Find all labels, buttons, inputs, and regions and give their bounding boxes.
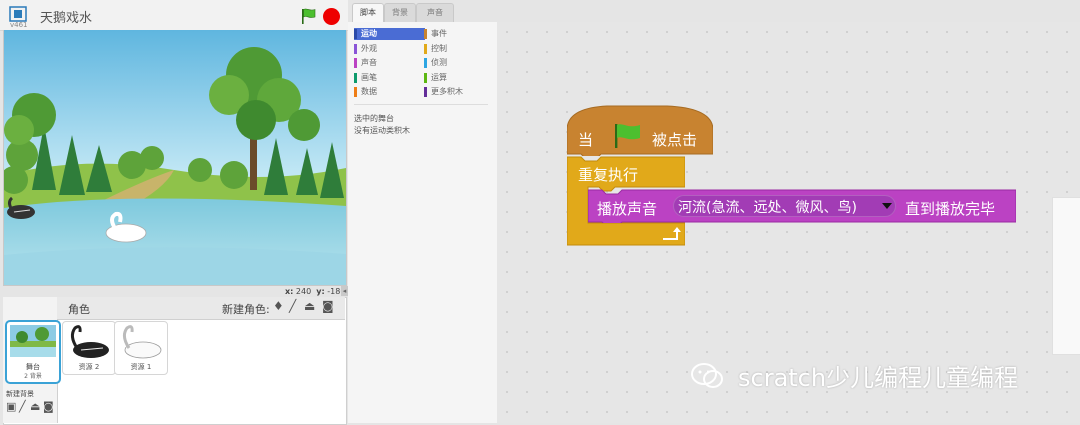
sprite-library-icon[interactable]: ♦ — [273, 299, 284, 313]
upload-icon[interactable]: ⏏ — [30, 400, 40, 413]
category-color-swatch — [424, 29, 427, 39]
until-done-label: 直到播放完毕 — [905, 200, 996, 218]
palette-category[interactable]: 画笔 — [354, 72, 425, 84]
camera-icon[interactable]: ◙ — [322, 299, 334, 313]
sprite-label: 资源 1 — [130, 363, 152, 371]
dropdown-arrow-icon — [882, 203, 892, 209]
category-label: 侦测 — [431, 58, 447, 67]
tab-sounds[interactable]: 声音 — [416, 3, 454, 22]
sprite-panel-header — [57, 297, 345, 320]
palette-category[interactable]: 运算 — [424, 72, 493, 84]
palette-category[interactable]: 数据 — [354, 86, 425, 98]
palette-category[interactable]: 外观 — [354, 43, 425, 55]
category-color-swatch — [354, 58, 357, 68]
stage-collapse-handle[interactable]: ◂ — [341, 286, 348, 296]
stage-backdrop-count: 2 背景 — [24, 373, 42, 380]
tab-scripts[interactable]: 脚本 — [352, 3, 384, 23]
category-label: 声音 — [361, 58, 377, 67]
palette-category[interactable]: 侦测 — [424, 57, 493, 69]
category-label: 更多积木 — [431, 87, 463, 96]
palette-note-empty: 没有运动类积木 — [354, 126, 410, 135]
category-label: 画笔 — [361, 72, 377, 82]
sprites-label: 角色 — [68, 303, 90, 316]
hat-clicked-label: 被点击 — [652, 131, 698, 149]
sprite-tile[interactable]: 资源 2 — [62, 321, 116, 375]
palette-divider — [354, 104, 488, 105]
sprite-label: 资源 2 — [78, 363, 100, 371]
palette-category[interactable]: 控制 — [424, 43, 493, 55]
new-sprite-label: 新建角色: — [222, 303, 270, 316]
camera-icon[interactable]: ◙ — [43, 400, 54, 413]
category-color-swatch — [424, 72, 427, 83]
category-label: 控制 — [431, 43, 447, 53]
white-swan-thumbnail — [122, 325, 162, 359]
backdrop-library-icon[interactable]: ▣ — [6, 400, 16, 413]
category-label: 事件 — [431, 29, 447, 38]
tab-backdrops[interactable]: 背景 — [384, 3, 416, 22]
play-sound-label: 播放声音 — [597, 200, 658, 218]
stage-thumbnail-image — [10, 325, 56, 357]
stage-scene — [4, 30, 346, 285]
version-label: v461 — [10, 21, 28, 29]
category-label: 外观 — [361, 43, 377, 53]
stage-canvas[interactable] — [3, 30, 347, 286]
stage-thumbnail[interactable]: 舞台 2 背景 — [5, 320, 61, 384]
category-color-swatch — [354, 29, 357, 39]
palette-note-selected: 选中的舞台 — [354, 114, 394, 123]
wechat-icon — [691, 363, 723, 388]
forever-label: 重复执行 — [578, 166, 639, 184]
hat-when-label: 当 — [578, 131, 594, 149]
sprite-tile[interactable]: 资源 1 — [114, 321, 168, 375]
script-side-panel — [1052, 197, 1080, 355]
sound-dropdown-value: 河流(急流、远处、微风、鸟) — [678, 200, 857, 216]
black-swan-thumbnail — [70, 325, 109, 358]
sound-dropdown[interactable]: 河流(急流、远处、微风、鸟) — [673, 195, 896, 217]
category-label: 数据 — [361, 87, 377, 96]
category-color-swatch — [424, 58, 427, 68]
palette-category[interactable]: 更多积木 — [424, 86, 493, 98]
category-color-swatch — [424, 43, 427, 54]
stop-icon[interactable] — [323, 8, 340, 25]
category-label: 运算 — [431, 72, 447, 82]
category-color-swatch — [354, 72, 357, 83]
category-color-swatch — [424, 87, 427, 97]
editor-tabs — [348, 0, 1080, 22]
category-color-swatch — [354, 87, 357, 97]
project-title[interactable]: 天鹅戏水 — [40, 7, 92, 26]
green-flag-icon — [615, 124, 640, 148]
category-label: 运动 — [361, 29, 377, 38]
new-backdrop-label: 新建背景 — [6, 390, 34, 398]
palette-category[interactable]: 声音 — [354, 57, 425, 69]
green-flag-icon[interactable] — [300, 7, 318, 25]
paint-brush-icon[interactable]: ╱ — [19, 400, 26, 413]
category-color-swatch — [354, 43, 357, 54]
stage-coordinates: x: 240 y: -180 — [285, 287, 346, 296]
loop-arrow-icon — [663, 227, 681, 240]
paint-brush-icon[interactable]: ╱ — [289, 299, 296, 313]
upload-icon[interactable]: ⏏ — [304, 299, 315, 313]
palette-category[interactable]: 事件 — [424, 28, 493, 40]
palette-category[interactable]: 运动 — [354, 28, 425, 40]
watermark-text: scratch少儿编程儿童编程 — [738, 364, 1019, 392]
fullscreen-icon[interactable] — [9, 6, 27, 22]
